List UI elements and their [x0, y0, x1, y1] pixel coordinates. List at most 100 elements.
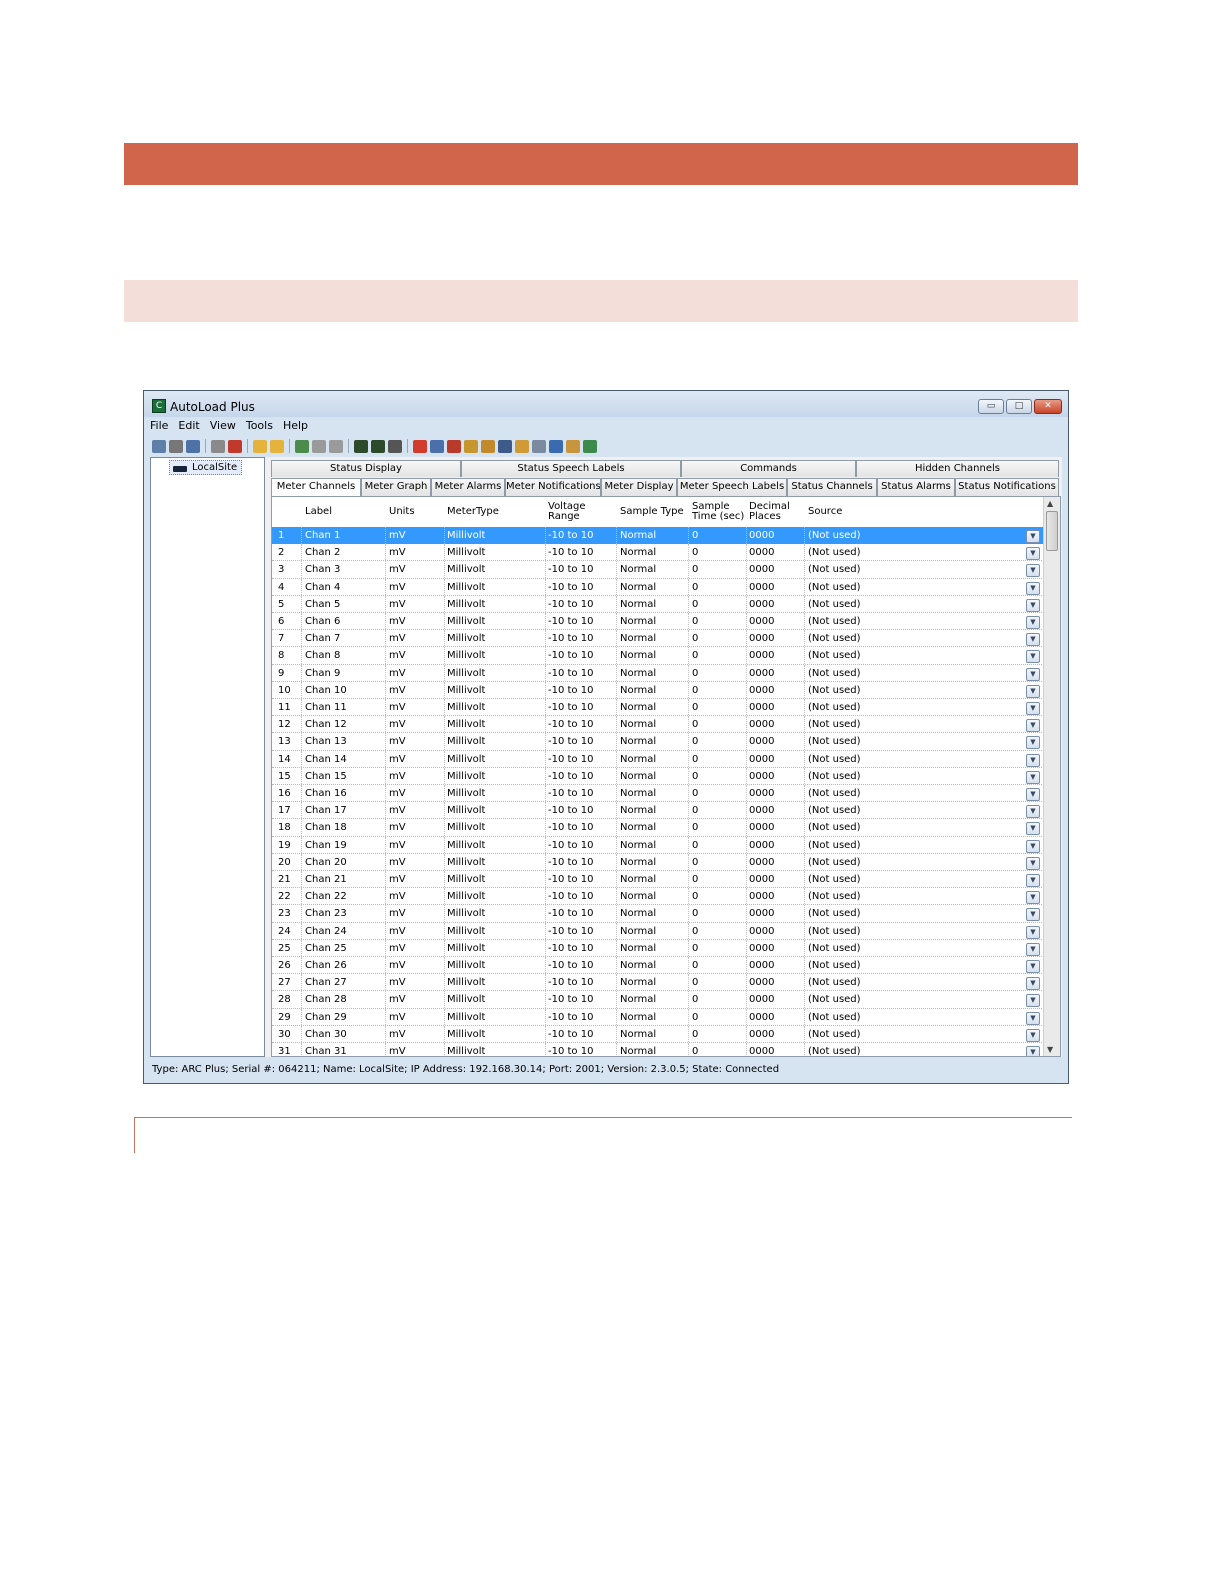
- menu-help[interactable]: Help: [283, 419, 308, 435]
- scroll-up-icon[interactable]: ▲: [1047, 499, 1053, 508]
- source-dropdown-icon[interactable]: ▼: [1026, 736, 1040, 750]
- wrench-icon[interactable]: [481, 439, 495, 453]
- table-row[interactable]: 9 Chan 9 mV Millivolt -10 to 10 Normal 0 0000 (N…: [272, 664, 1044, 682]
- source-dropdown-icon[interactable]: ▼: [1026, 684, 1040, 698]
- source-dropdown-icon[interactable]: ▼: [1026, 702, 1040, 715]
- table-row[interactable]: 28 Chan 28 mV Millivolt -10 to 10 Normal 0 0000…: [272, 991, 1044, 1009]
- tab-commands[interactable]: Commands: [681, 460, 856, 477]
- column-header-source[interactable]: Source: [808, 497, 842, 527]
- source-dropdown-icon[interactable]: ▼: [1026, 1028, 1040, 1042]
- table-row[interactable]: 17 Chan 17 mV Millivolt -10 to 10 Normal 0 0000…: [272, 802, 1044, 820]
- table-row[interactable]: 1 Chan 1 mV Millivolt -10 to 10 Normal 0 0000 (N…: [272, 527, 1044, 545]
- table-row[interactable]: 23 Chan 23 mV Millivolt -10 to 10 Normal 0 0000…: [272, 905, 1044, 923]
- source-dropdown-icon[interactable]: ▼: [1026, 805, 1040, 819]
- menu-tools[interactable]: Tools: [246, 419, 273, 435]
- table-row[interactable]: 2 Chan 2 mV Millivolt -10 to 10 Normal 0 0000 (N…: [272, 544, 1044, 562]
- scroll-thumb[interactable]: [1046, 511, 1058, 551]
- table-row[interactable]: 31 Chan 31 mV Millivolt -10 to 10 Normal 0 0000…: [272, 1043, 1044, 1056]
- tab-meter-notifications[interactable]: Meter Notifications: [505, 478, 601, 496]
- new-icon[interactable]: [152, 439, 166, 453]
- source-dropdown-icon[interactable]: ▼: [1026, 633, 1040, 647]
- source-dropdown-icon[interactable]: ▼: [1026, 719, 1040, 733]
- device2-icon[interactable]: [371, 439, 385, 453]
- table-row[interactable]: 3 Chan 3 mV Millivolt -10 to 10 Normal 0 0000 (N…: [272, 561, 1044, 579]
- tab-meter-speech-labels[interactable]: Meter Speech Labels: [677, 478, 787, 496]
- grid-icon[interactable]: [430, 439, 444, 453]
- source-dropdown-icon[interactable]: ▼: [1026, 960, 1040, 973]
- menu-edit[interactable]: Edit: [178, 419, 199, 435]
- tab-status-display[interactable]: Status Display: [271, 460, 461, 477]
- source-dropdown-icon[interactable]: ▼: [1026, 925, 1040, 939]
- table-row[interactable]: 7 Chan 7 mV Millivolt -10 to 10 Normal 0 0000 (N…: [272, 630, 1044, 648]
- table-row[interactable]: 13 Chan 13 mV Millivolt -10 to 10 Normal 0 0000…: [272, 733, 1044, 751]
- tab-status-speech-labels[interactable]: Status Speech Labels: [461, 460, 681, 477]
- source-dropdown-icon[interactable]: ▼: [1026, 1046, 1040, 1056]
- copy-icon[interactable]: [329, 439, 343, 453]
- table-row[interactable]: 4 Chan 4 mV Millivolt -10 to 10 Normal 0 0000 (N…: [272, 578, 1044, 596]
- tab-meter-display[interactable]: Meter Display: [601, 478, 677, 496]
- clock-icon[interactable]: [549, 439, 563, 453]
- source-dropdown-icon[interactable]: ▼: [1026, 891, 1040, 905]
- tab-meter-graph[interactable]: Meter Graph: [361, 478, 431, 496]
- source-dropdown-icon[interactable]: ▼: [1026, 942, 1040, 956]
- title-bar[interactable]: C AutoLoad Plus ▭ □ ✕: [144, 391, 1068, 417]
- table-row[interactable]: 22 Chan 22 mV Millivolt -10 to 10 Normal 0 0000…: [272, 888, 1044, 906]
- menu-file[interactable]: File: [150, 419, 168, 435]
- source-dropdown-icon[interactable]: ▼: [1026, 753, 1040, 767]
- source-dropdown-icon[interactable]: ▼: [1026, 874, 1040, 887]
- device-icon[interactable]: [354, 439, 368, 453]
- network-icon[interactable]: [532, 439, 546, 453]
- source-dropdown-icon[interactable]: ▼: [1026, 839, 1040, 853]
- scroll-down-icon[interactable]: ▼: [1047, 1045, 1053, 1054]
- source-dropdown-icon[interactable]: ▼: [1026, 856, 1040, 870]
- save-icon[interactable]: [186, 439, 200, 453]
- download-icon[interactable]: [312, 439, 326, 453]
- table-row[interactable]: 14 Chan 14 mV Millivolt -10 to 10 Normal 0 0000…: [272, 750, 1044, 768]
- table-row[interactable]: 26 Chan 26 mV Millivolt -10 to 10 Normal 0 0000…: [272, 957, 1044, 975]
- tab-status-channels[interactable]: Status Channels: [787, 478, 877, 496]
- table-row[interactable]: 6 Chan 6 mV Millivolt -10 to 10 Normal 0 0000 (N…: [272, 613, 1044, 631]
- tab-meter-channels[interactable]: Meter Channels: [271, 478, 361, 496]
- open-icon[interactable]: [169, 439, 183, 453]
- table-row[interactable]: 24 Chan 24 mV Millivolt -10 to 10 Normal 0 0000…: [272, 922, 1044, 940]
- source-dropdown-icon[interactable]: ▼: [1026, 581, 1040, 595]
- folder-icon[interactable]: [253, 439, 267, 453]
- source-dropdown-icon[interactable]: ▼: [1026, 530, 1040, 543]
- minimize-button[interactable]: ▭: [978, 399, 1004, 414]
- tab-status-notifications[interactable]: Status Notifications: [955, 478, 1059, 496]
- table-row[interactable]: 18 Chan 18 mV Millivolt -10 to 10 Normal 0 0000…: [272, 819, 1044, 837]
- source-dropdown-icon[interactable]: ▼: [1026, 788, 1040, 801]
- disconnect-icon[interactable]: [228, 439, 242, 453]
- tree-item-localsite[interactable]: LocalSite: [169, 460, 243, 475]
- table-row[interactable]: 16 Chan 16 mV Millivolt -10 to 10 Normal 0 0000…: [272, 785, 1044, 803]
- dots-icon[interactable]: [447, 439, 461, 453]
- column-header-meter-type[interactable]: MeterType: [447, 497, 499, 527]
- alarm-icon[interactable]: [413, 439, 427, 453]
- maximize-button[interactable]: □: [1006, 399, 1032, 414]
- tab-status-alarms[interactable]: Status Alarms: [877, 478, 955, 496]
- gears-icon[interactable]: [515, 439, 529, 453]
- table-row[interactable]: 11 Chan 11 mV Millivolt -10 to 10 Normal 0 0000…: [272, 699, 1044, 717]
- table-row[interactable]: 5 Chan 5 mV Millivolt -10 to 10 Normal 0 0000 (N…: [272, 595, 1044, 613]
- tab-meter-alarms[interactable]: Meter Alarms: [431, 478, 505, 496]
- source-dropdown-icon[interactable]: ▼: [1026, 616, 1040, 629]
- column-header-voltage-range[interactable]: Voltage Range: [548, 497, 586, 527]
- table-row[interactable]: 21 Chan 21 mV Millivolt -10 to 10 Normal 0 0000…: [272, 871, 1044, 889]
- column-header-sample-type[interactable]: Sample Type: [620, 497, 684, 527]
- column-header-sample-time[interactable]: Sample Time (sec): [692, 497, 744, 527]
- table-row[interactable]: 20 Chan 20 mV Millivolt -10 to 10 Normal 0 0000…: [272, 853, 1044, 871]
- source-dropdown-icon[interactable]: ▼: [1026, 547, 1040, 561]
- source-dropdown-icon[interactable]: ▼: [1026, 1011, 1040, 1025]
- folder-open-icon[interactable]: [270, 439, 284, 453]
- column-header-label[interactable]: Label: [305, 497, 332, 527]
- table-row[interactable]: 29 Chan 29 mV Millivolt -10 to 10 Normal 0 0000…: [272, 1008, 1044, 1026]
- table-row[interactable]: 27 Chan 27 mV Millivolt -10 to 10 Normal 0 0000…: [272, 974, 1044, 992]
- table-row[interactable]: 12 Chan 12 mV Millivolt -10 to 10 Normal 0 0000…: [272, 716, 1044, 734]
- users-icon[interactable]: [566, 439, 580, 453]
- close-button[interactable]: ✕: [1034, 399, 1062, 414]
- source-dropdown-icon[interactable]: ▼: [1026, 770, 1040, 784]
- script-icon[interactable]: [464, 439, 478, 453]
- tab-hidden-channels[interactable]: Hidden Channels: [856, 460, 1059, 477]
- source-dropdown-icon[interactable]: ▼: [1026, 667, 1040, 681]
- table-row[interactable]: 15 Chan 15 mV Millivolt -10 to 10 Normal 0 0000…: [272, 767, 1044, 785]
